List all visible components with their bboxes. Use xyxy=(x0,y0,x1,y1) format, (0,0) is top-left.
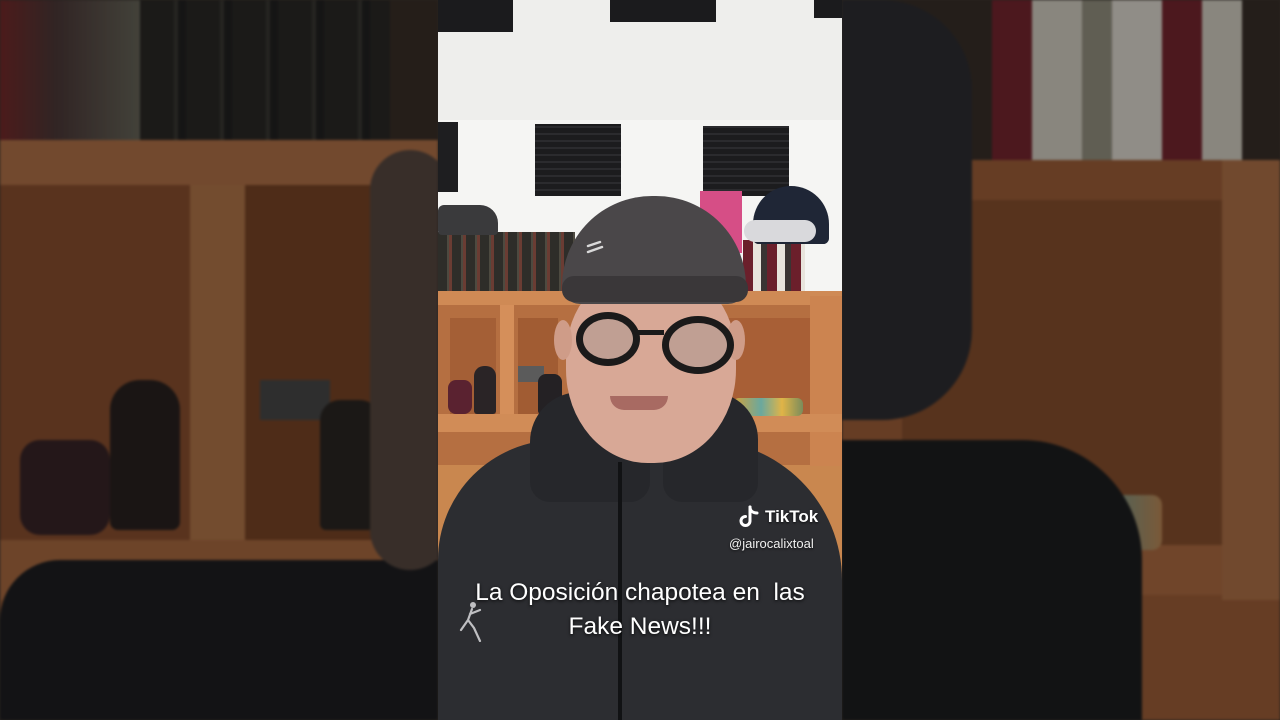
figurine xyxy=(474,366,496,414)
cap-logo-icon xyxy=(586,240,604,256)
acoustic-panel xyxy=(814,0,842,18)
acoustic-panel xyxy=(610,0,716,22)
blurred-background-left xyxy=(0,0,438,720)
tiktok-brand-text: TikTok xyxy=(765,507,819,526)
book-row xyxy=(438,232,575,292)
blurred-background-right xyxy=(842,0,1280,720)
caption-line-2: Fake News!!! xyxy=(568,613,712,640)
acoustic-panel xyxy=(703,126,789,196)
tiktok-watermark: TikTok xyxy=(738,505,818,529)
mouth xyxy=(610,396,668,410)
glasses-right-lens xyxy=(662,316,734,374)
guitar-case xyxy=(438,205,498,235)
glasses-left-lens xyxy=(576,312,640,366)
figurine xyxy=(448,380,472,414)
acoustic-panel xyxy=(438,0,513,32)
video-caption: La Oposición chapotea en las Fake News!!… xyxy=(438,576,842,644)
acoustic-panel xyxy=(535,124,621,196)
book-row xyxy=(743,240,805,295)
caption-line-1: La Oposición chapotea en las xyxy=(475,579,805,606)
tiktok-logo-icon xyxy=(738,505,760,529)
acoustic-panel xyxy=(438,122,458,192)
creator-handle: @jairocalixtoal xyxy=(729,536,814,551)
